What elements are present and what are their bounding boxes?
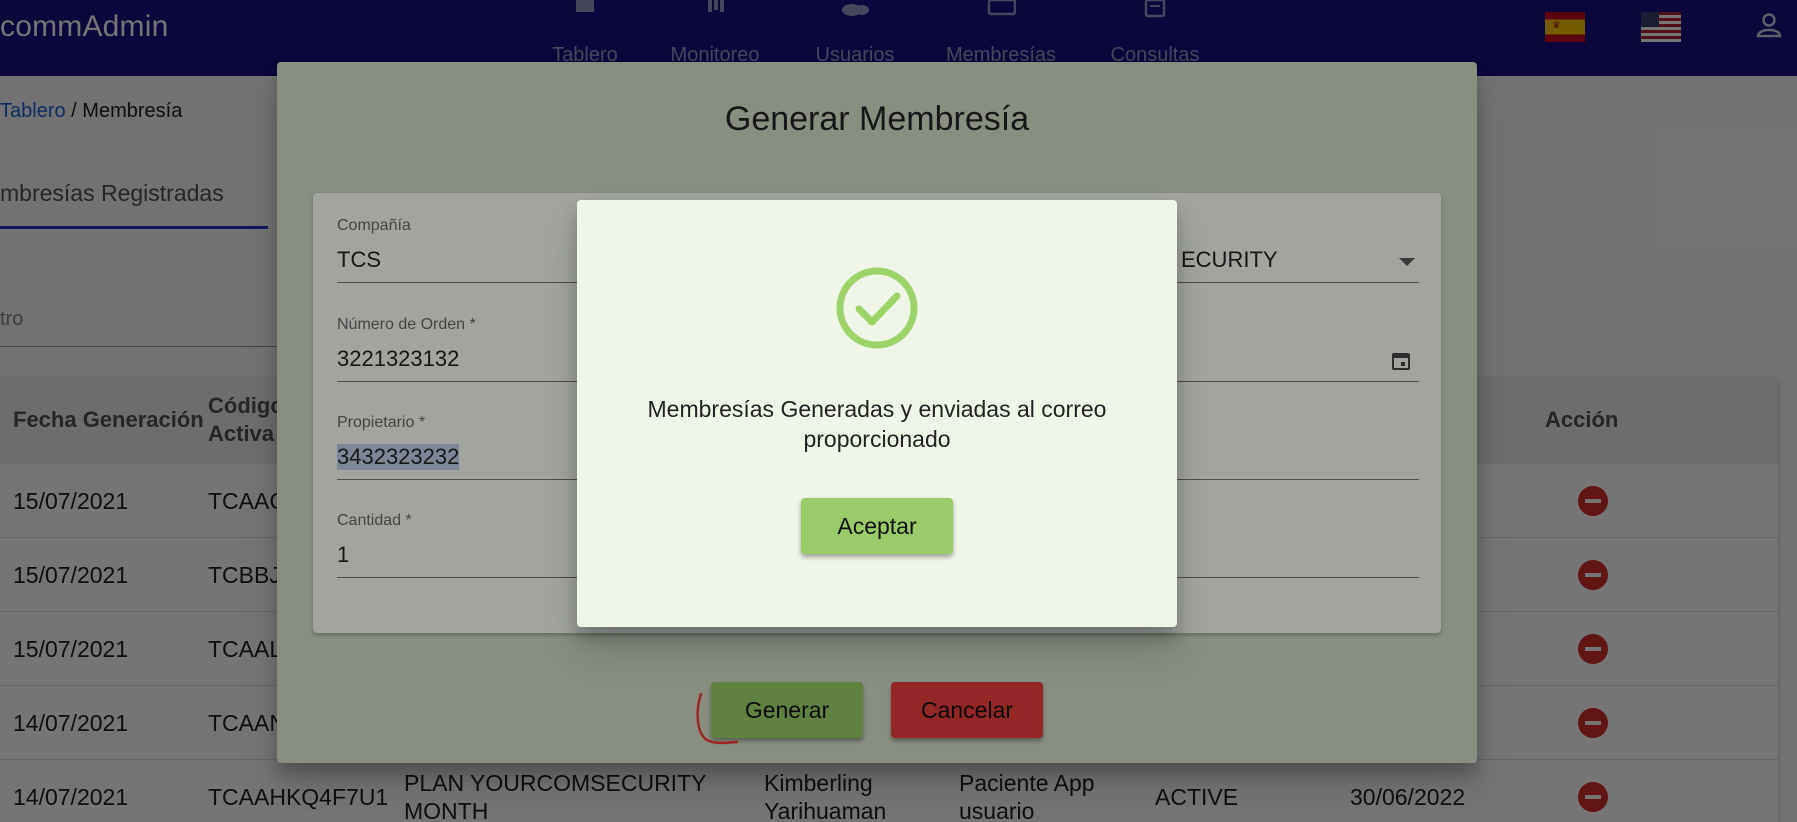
aceptar-button[interactable]: Aceptar	[801, 498, 953, 554]
alert-message: Membresías Generadas y enviadas al corre…	[647, 396, 1107, 452]
success-alert: Membresías Generadas y enviadas al corre…	[577, 200, 1177, 627]
check-circle-icon	[836, 267, 918, 349]
